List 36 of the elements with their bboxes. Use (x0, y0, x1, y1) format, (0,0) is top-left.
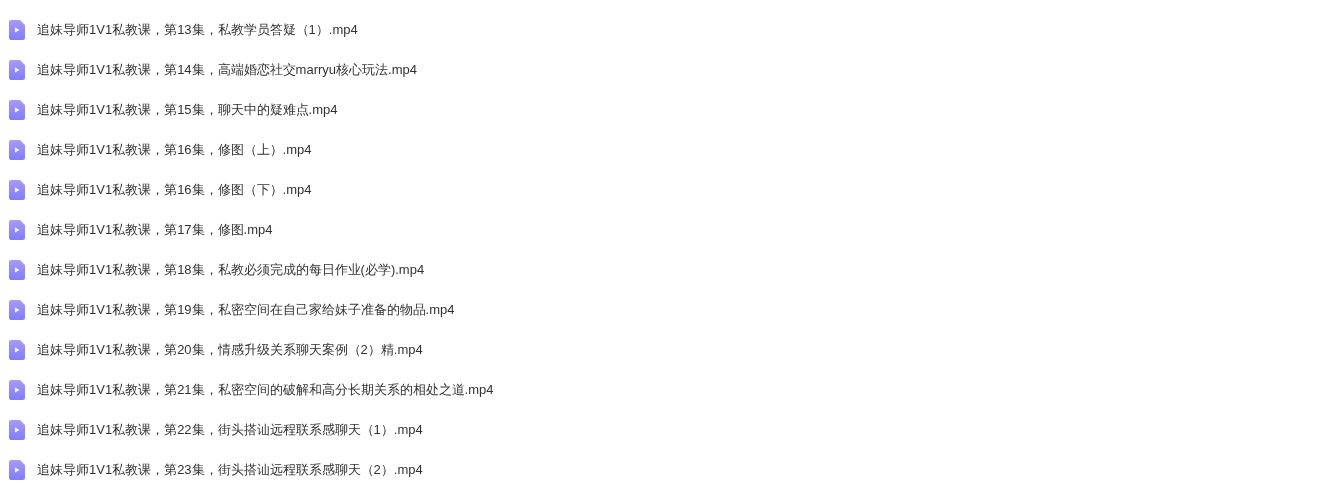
file-name: 追妹导师1V1私教课，第18集，私教必须完成的每日作业(必学).mp4 (37, 261, 425, 280)
file-name: 追妹导师1V1私教课，第16集，修图（下）.mp4 (37, 181, 312, 200)
file-row[interactable]: 追妹导师1V1私教课，第13集，私教学员答疑（1）.mp4 (0, 10, 1343, 50)
video-file-icon (9, 60, 25, 80)
file-name: 追妹导师1V1私教课，第21集，私密空间的破解和高分长期关系的相处之道.mp4 (37, 381, 494, 400)
video-file-icon (9, 420, 25, 440)
file-row[interactable]: 追妹导师1V1私教课，第20集，情感升级关系聊天案例（2）精.mp4 (0, 330, 1343, 370)
video-file-icon (9, 380, 25, 400)
file-row[interactable]: 追妹导师1V1私教课，第23集，街头搭讪远程联系感聊天（2）.mp4 (0, 450, 1343, 484)
file-name: 追妹导师1V1私教课，第22集，街头搭讪远程联系感聊天（1）.mp4 (37, 421, 423, 440)
file-name: 追妹导师1V1私教课，第15集，聊天中的疑难点.mp4 (37, 101, 338, 120)
file-name: 追妹导师1V1私教课，第14集，高端婚恋社交marryu核心玩法.mp4 (37, 61, 417, 80)
file-row[interactable]: 追妹导师1V1私教课，第22集，街头搭讪远程联系感聊天（1）.mp4 (0, 410, 1343, 450)
video-file-icon (9, 20, 25, 40)
file-row[interactable]: 追妹导师1V1私教课，第15集，聊天中的疑难点.mp4 (0, 90, 1343, 130)
file-row[interactable]: 追妹导师1V1私教课，第16集，修图（上）.mp4 (0, 130, 1343, 170)
video-file-icon (9, 340, 25, 360)
video-file-icon (9, 300, 25, 320)
file-name: 追妹导师1V1私教课，第17集，修图.mp4 (37, 221, 273, 240)
file-name: 追妹导师1V1私教课，第16集，修图（上）.mp4 (37, 141, 312, 160)
file-row[interactable]: 追妹导师1V1私教课，第21集，私密空间的破解和高分长期关系的相处之道.mp4 (0, 370, 1343, 410)
video-file-icon (9, 140, 25, 160)
video-file-icon (9, 100, 25, 120)
file-row[interactable]: 追妹导师1V1私教课，第16集，修图（下）.mp4 (0, 170, 1343, 210)
file-name: 追妹导师1V1私教课，第20集，情感升级关系聊天案例（2）精.mp4 (37, 341, 423, 360)
video-file-icon (9, 220, 25, 240)
file-name: 追妹导师1V1私教课，第19集，私密空间在自己家给妹子准备的物品.mp4 (37, 301, 455, 320)
video-file-icon (9, 460, 25, 480)
video-file-icon (9, 260, 25, 280)
file-name: 追妹导师1V1私教课，第13集，私教学员答疑（1）.mp4 (37, 21, 358, 40)
file-row[interactable]: 追妹导师1V1私教课，第17集，修图.mp4 (0, 210, 1343, 250)
file-name: 追妹导师1V1私教课，第23集，街头搭讪远程联系感聊天（2）.mp4 (37, 461, 423, 480)
file-row[interactable]: 追妹导师1V1私教课，第19集，私密空间在自己家给妹子准备的物品.mp4 (0, 290, 1343, 330)
file-row[interactable]: 追妹导师1V1私教课，第14集，高端婚恋社交marryu核心玩法.mp4 (0, 50, 1343, 90)
file-row[interactable]: 追妹导师1V1私教课，第18集，私教必须完成的每日作业(必学).mp4 (0, 250, 1343, 290)
video-file-icon (9, 180, 25, 200)
